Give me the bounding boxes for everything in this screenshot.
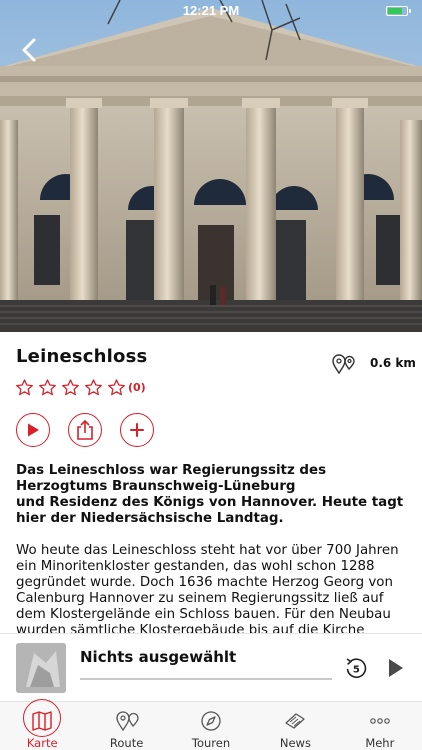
route-pins-icon — [332, 354, 355, 375]
progress-bar[interactable] — [80, 678, 332, 680]
battery-level — [388, 8, 403, 14]
tab-label-touren: Touren — [191, 736, 231, 750]
skip-back-button[interactable]: 5 — [344, 656, 368, 680]
plus-icon — [130, 423, 144, 437]
place-title: Leineschloss — [16, 346, 148, 367]
tab-label-route: Route — [109, 736, 144, 750]
battery-icon — [386, 6, 411, 16]
newspaper-icon — [285, 713, 306, 729]
description-body: Wo heute das Leineschloss steht hat vor … — [16, 543, 399, 633]
tab-label-mehr: Mehr — [365, 736, 395, 750]
description-lead-line2: und Residenz des Königs von Hannover. He… — [16, 495, 404, 526]
star-icon[interactable] — [61, 378, 80, 397]
star-icon[interactable] — [15, 378, 34, 397]
tab-mehr[interactable]: Mehr — [338, 702, 422, 750]
play-icon — [389, 659, 403, 677]
status-bar: 12:21 PM — [0, 0, 422, 22]
audio-player: Nichts ausgewählt 5 — [0, 633, 422, 701]
description: Das Leineschloss war Regierungssitz des … — [16, 463, 408, 633]
more-dots-icon — [370, 718, 390, 724]
tab-route[interactable]: Route — [84, 702, 168, 750]
star-icon[interactable] — [84, 378, 103, 397]
tab-touren[interactable]: Touren — [169, 702, 253, 750]
distance-value: 0.6 km — [370, 356, 416, 370]
rating-stars[interactable] — [15, 378, 126, 397]
status-time: 12:21 PM — [182, 3, 240, 18]
player-title: Nichts ausgewählt — [80, 648, 237, 666]
star-icon[interactable] — [38, 378, 57, 397]
share-icon — [77, 420, 93, 440]
play-audio-button[interactable] — [16, 413, 50, 447]
compass-icon — [201, 711, 221, 731]
placeholder-image-icon — [16, 643, 66, 693]
tab-label-news: News — [279, 736, 311, 750]
description-lead-line1: Das Leineschloss war Regierungssitz des … — [16, 463, 327, 494]
tab-label-karte: Karte — [26, 736, 58, 750]
active-tab-indicator — [23, 699, 62, 737]
rewind-icon: 5 — [346, 658, 367, 678]
back-button[interactable] — [18, 36, 42, 64]
tab-karte[interactable]: Karte — [0, 699, 84, 750]
player-play-button[interactable] — [388, 658, 404, 678]
hero-image: 12:21 PM — [0, 0, 422, 332]
chevron-left-icon — [22, 38, 36, 62]
route-pins-icon — [115, 711, 139, 732]
tab-news[interactable]: News — [253, 702, 337, 750]
share-button[interactable] — [68, 413, 102, 447]
rating-count: (0) — [128, 381, 146, 394]
player-thumbnail — [16, 643, 66, 693]
building-photo — [0, 0, 422, 332]
add-button[interactable] — [120, 413, 154, 447]
star-icon[interactable] — [107, 378, 126, 397]
skip-seconds: 5 — [353, 664, 360, 675]
play-icon — [28, 423, 39, 437]
tab-bar: Karte Route Touren News Mehr — [0, 699, 422, 750]
